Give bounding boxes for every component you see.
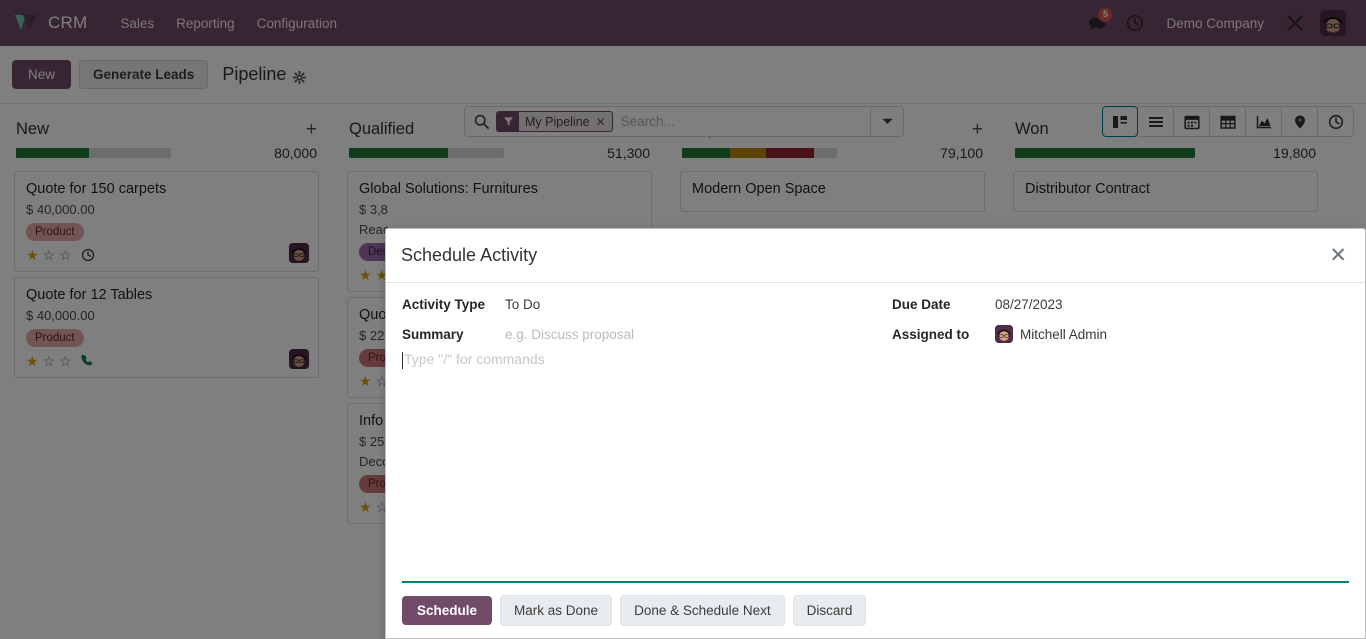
due-date-label: Due Date [892, 297, 995, 312]
summary-input[interactable] [505, 327, 835, 342]
due-date-value[interactable]: 08/27/2023 [995, 297, 1063, 312]
dialog-header: Schedule Activity ✕ [386, 229, 1365, 283]
note-placeholder-text: Type "/" for commands [404, 351, 545, 367]
activity-type-label: Activity Type [402, 297, 505, 312]
close-icon[interactable]: ✕ [1329, 245, 1347, 266]
field-summary[interactable]: Summary [402, 325, 892, 343]
schedule-activity-dialog: Schedule Activity ✕ Activity Type To Do … [385, 228, 1366, 639]
assigned-to-label: Assigned to [892, 327, 995, 342]
odoo-crm-app: CRM Sales Reporting Configuration 5 [0, 0, 1366, 639]
field-assigned-to[interactable]: Assigned to Mitchell Admin [892, 325, 1349, 343]
note-placeholder: Type "/" for commands [402, 351, 1349, 367]
field-due-date[interactable]: Due Date 08/27/2023 [892, 297, 1349, 312]
activity-form: Activity Type To Do Due Date 08/27/2023 … [402, 297, 1349, 343]
dialog-title: Schedule Activity [401, 245, 537, 266]
dialog-body: Activity Type To Do Due Date 08/27/2023 … [386, 283, 1365, 583]
activity-type-value[interactable]: To Do [505, 297, 540, 312]
discard-button[interactable]: Discard [793, 595, 867, 626]
field-activity-type[interactable]: Activity Type To Do [402, 297, 892, 312]
mark-as-done-button[interactable]: Mark as Done [500, 595, 612, 626]
editor-bottom-rule [402, 581, 1349, 583]
schedule-button[interactable]: Schedule [402, 596, 492, 625]
done-schedule-next-button[interactable]: Done & Schedule Next [620, 595, 785, 626]
assigned-to-value[interactable]: Mitchell Admin [1020, 327, 1107, 342]
text-cursor [402, 352, 403, 369]
dialog-footer: Schedule Mark as Done Done & Schedule Next… [386, 583, 1365, 638]
summary-label: Summary [402, 327, 505, 342]
activity-note-editor[interactable]: Type "/" for commands [402, 351, 1349, 501]
avatar [995, 325, 1013, 343]
